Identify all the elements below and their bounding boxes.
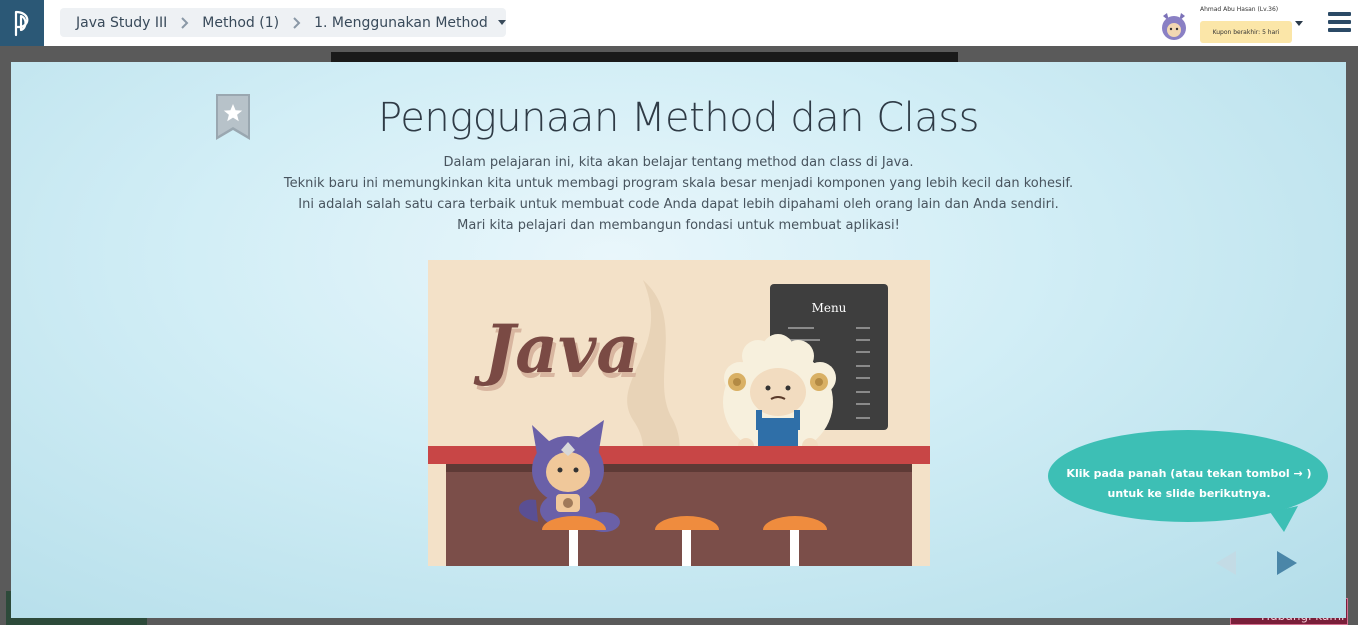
lesson-dropdown-icon[interactable] [497,20,506,25]
breadcrumb: Java Study III Method (1) 1. Menggunakan… [60,8,506,37]
java-sign-text: Java [473,310,639,388]
breadcrumb-lesson[interactable]: 1. Menggunakan Method [314,15,488,31]
background-video-area [331,52,958,62]
user-dropdown-icon[interactable] [1295,21,1303,26]
hint-line: Klik pada panah (atau tekan tombol → ) [1066,467,1312,480]
menu-board-title: Menu [812,301,847,315]
top-bar: Java Study III Method (1) 1. Menggunakan… [0,0,1358,46]
next-slide-arrow-icon[interactable] [1275,550,1299,576]
description-line: Mari kita pelajari dan membangun fondasi… [457,218,900,233]
menu-bar [1328,28,1351,32]
hamburger-menu-icon[interactable] [1328,12,1351,32]
breadcrumb-chapter[interactable]: Method (1) [202,15,279,31]
chevron-right-icon [293,16,301,29]
prev-slide-arrow-icon [1216,551,1236,575]
hint-text: Klik pada panah (atau tekan tombol → ) u… [1058,464,1320,504]
user-name: Ahmad Abu Hasan (Lv.36) [1200,6,1279,13]
description-line: Dalam pelajaran ini, kita akan belajar t… [443,155,914,170]
user-menu[interactable]: Ahmad Abu Hasan (Lv.36) Kupon berakhir: … [1158,6,1308,44]
slide-title: Penggunaan Method dan Class [378,95,979,141]
slide-description: Dalam pelajaran ini, kita akan belajar t… [11,152,1346,236]
logo-icon [14,10,29,37]
description-line: Teknik baru ini memungkinkan kita untuk … [283,176,1074,191]
logo[interactable] [0,0,44,46]
breadcrumb-course[interactable]: Java Study III [76,15,167,31]
coupon-badge: Kupon berakhir: 5 hari [1200,21,1292,43]
menu-bar [1328,20,1351,24]
slide-modal: Penggunaan Method dan Class Dalam pelaja… [11,62,1346,618]
menu-bar [1328,12,1351,16]
description-line: Ini adalah salah satu cara terbaik untuk… [298,197,1059,212]
avatar [1162,13,1186,40]
java-cafe-illustration: Java Java Menu [428,260,930,566]
hint-line: untuk ke slide berikutnya. [1107,487,1271,500]
chevron-right-icon [181,16,189,29]
